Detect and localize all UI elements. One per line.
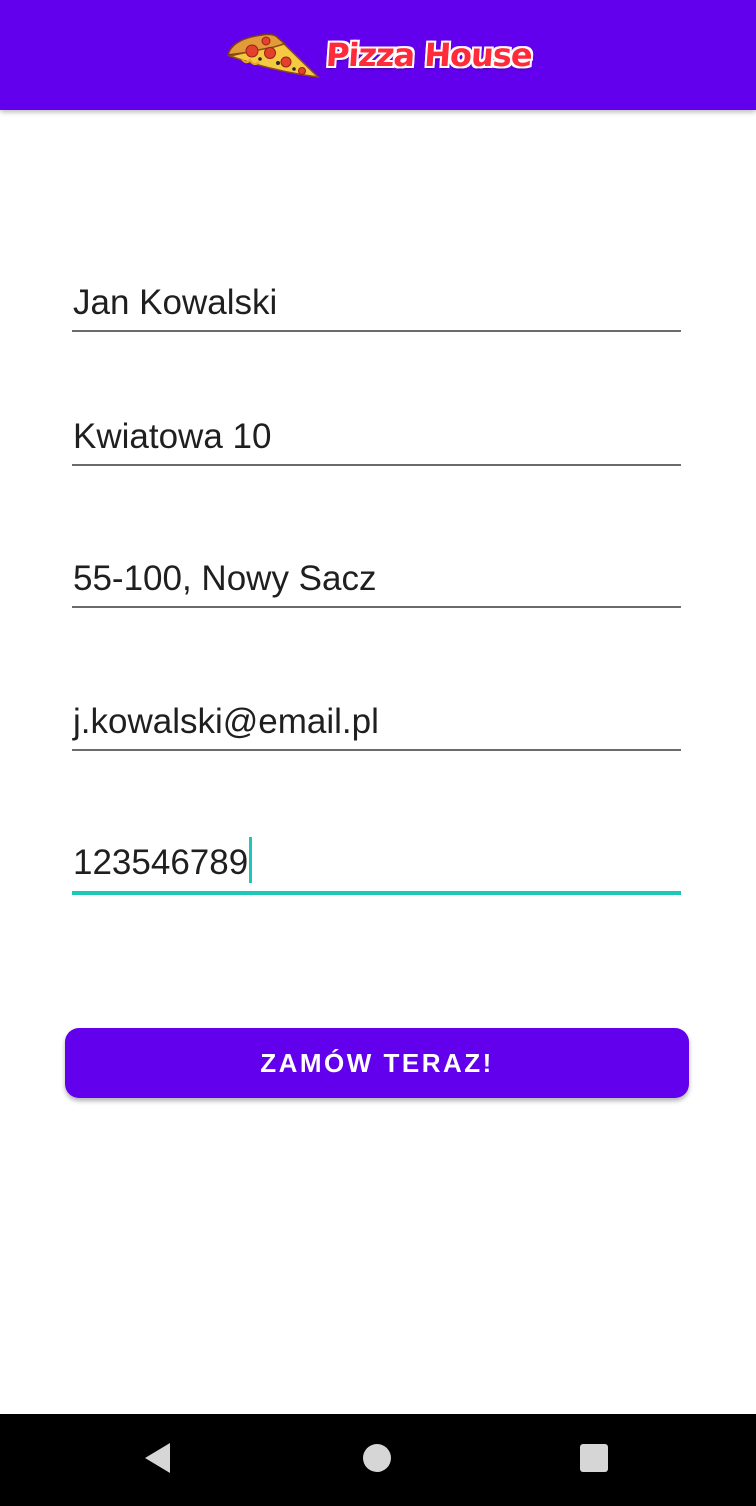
- back-button[interactable]: [118, 1414, 198, 1506]
- email-field[interactable]: j.kowalski@email.pl: [72, 691, 681, 751]
- text-caret: [249, 837, 253, 883]
- name-value: Jan Kowalski: [73, 283, 278, 322]
- home-button[interactable]: [337, 1414, 417, 1506]
- street-field[interactable]: Kwiatowa 10: [72, 406, 681, 466]
- phone-value: 123546789: [73, 843, 249, 882]
- order-now-button[interactable]: ZAMÓW TERAZ!: [65, 1028, 689, 1098]
- pizza-slice-icon: [222, 29, 322, 81]
- home-circle-icon: [362, 1443, 392, 1478]
- email-underline: [72, 749, 681, 751]
- back-triangle-icon: [142, 1441, 174, 1480]
- phone-field[interactable]: 123546789: [72, 835, 681, 895]
- system-nav-bar: [0, 1414, 756, 1506]
- app-screen: Pizza House Jan Kowalski Kwiatowa 10 55-…: [0, 0, 756, 1506]
- phone-value-wrap: 123546789: [73, 837, 253, 883]
- app-logo: Pizza House: [222, 29, 534, 81]
- street-value: Kwiatowa 10: [73, 417, 272, 456]
- street-underline: [72, 464, 681, 466]
- city-value: 55-100, Nowy Sacz: [73, 559, 377, 598]
- recents-button[interactable]: [554, 1414, 634, 1506]
- name-underline: [72, 330, 681, 332]
- recents-square-icon: [579, 1443, 609, 1478]
- app-bar: Pizza House: [0, 0, 756, 110]
- city-underline: [72, 606, 681, 608]
- email-value: j.kowalski@email.pl: [73, 702, 379, 741]
- name-field[interactable]: Jan Kowalski: [72, 272, 681, 332]
- phone-underline: [72, 891, 681, 895]
- logo-wordmark: Pizza House: [324, 35, 534, 75]
- city-field[interactable]: 55-100, Nowy Sacz: [72, 548, 681, 608]
